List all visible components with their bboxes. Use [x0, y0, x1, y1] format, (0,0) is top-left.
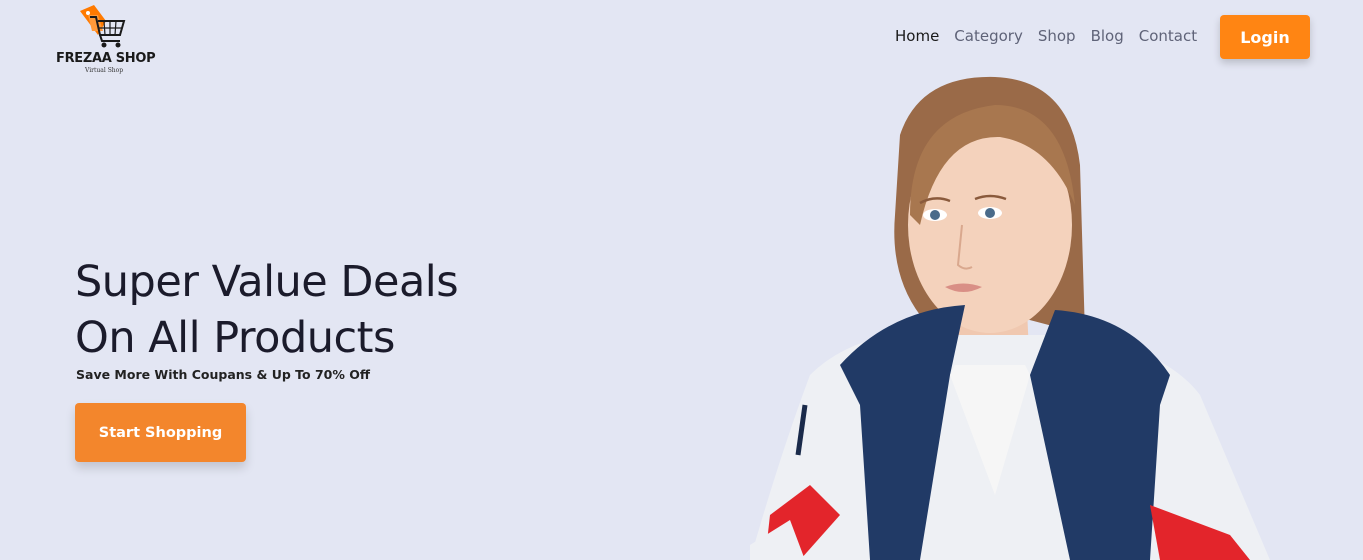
- hero-title: Super Value Deals On All Products: [75, 254, 459, 366]
- main-nav: Home Category Shop Blog Contact: [895, 27, 1197, 45]
- hero-title-line-1: Super Value Deals: [75, 257, 459, 307]
- nav-item-contact[interactable]: Contact: [1139, 27, 1197, 45]
- hero-model-image: [750, 76, 1270, 560]
- start-shopping-button[interactable]: Start Shopping: [75, 403, 246, 462]
- brand-tagline: Virtual Shop: [85, 67, 124, 74]
- login-button[interactable]: Login: [1220, 15, 1310, 59]
- hero-subtitle: Save More With Coupans & Up To 70% Off: [76, 367, 371, 382]
- brand-logo[interactable]: FREZAA SHOP Virtual Shop: [56, 5, 166, 75]
- nav-item-blog[interactable]: Blog: [1091, 27, 1124, 45]
- nav-item-shop[interactable]: Shop: [1038, 27, 1076, 45]
- hero-title-line-2: On All Products: [75, 313, 395, 363]
- shopping-cart-icon: [80, 5, 126, 48]
- nav-item-category[interactable]: Category: [954, 27, 1023, 45]
- nav-item-home[interactable]: Home: [895, 27, 939, 45]
- brand-name: FREZAA SHOP: [56, 51, 156, 66]
